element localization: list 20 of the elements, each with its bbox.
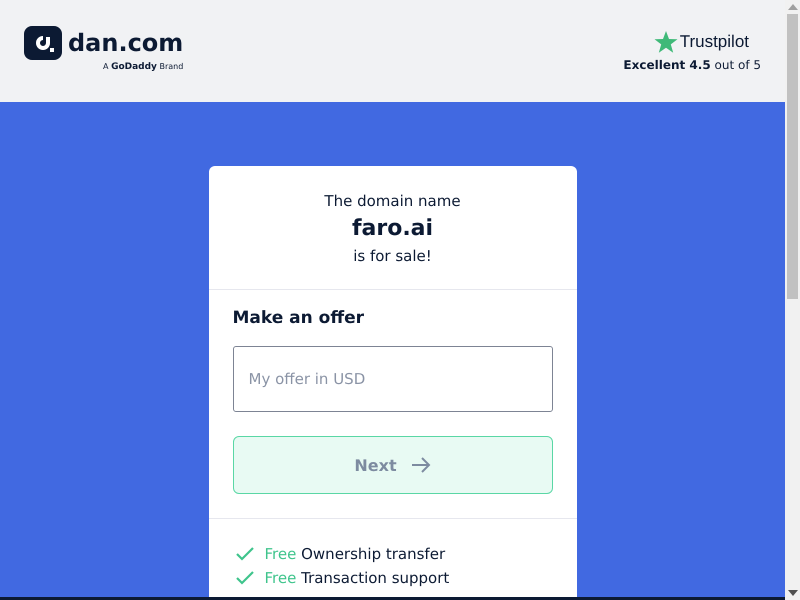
check-icon xyxy=(234,546,254,562)
feature-text: Free Ownership transfer xyxy=(264,545,446,563)
feature-text: Free Transaction support xyxy=(264,569,450,587)
arrow-icon xyxy=(410,456,431,474)
sale-text: is for sale! xyxy=(353,247,432,265)
scroll-up-icon[interactable] xyxy=(788,4,798,10)
check-icon xyxy=(234,570,254,586)
rating-brand[interactable]: Trustpilot xyxy=(680,32,749,52)
offer-input[interactable]: My offer in USD xyxy=(232,346,552,412)
offer-heading: Make an offer xyxy=(232,308,366,328)
scrollbar[interactable] xyxy=(785,0,800,600)
domain-name: faro.ai xyxy=(352,216,434,241)
star-icon xyxy=(654,30,678,54)
intro-text: The domain name xyxy=(324,192,461,210)
logo-icon[interactable] xyxy=(24,26,62,60)
logo-text[interactable]: dan.com xyxy=(68,29,184,57)
scrollbar-thumb[interactable] xyxy=(787,14,798,299)
rating-summary: Excellent 4.5 out of 5 xyxy=(623,58,761,72)
scroll-down-icon[interactable] xyxy=(788,590,798,596)
logo-tagline: A GoDaddy Brand xyxy=(103,62,184,72)
